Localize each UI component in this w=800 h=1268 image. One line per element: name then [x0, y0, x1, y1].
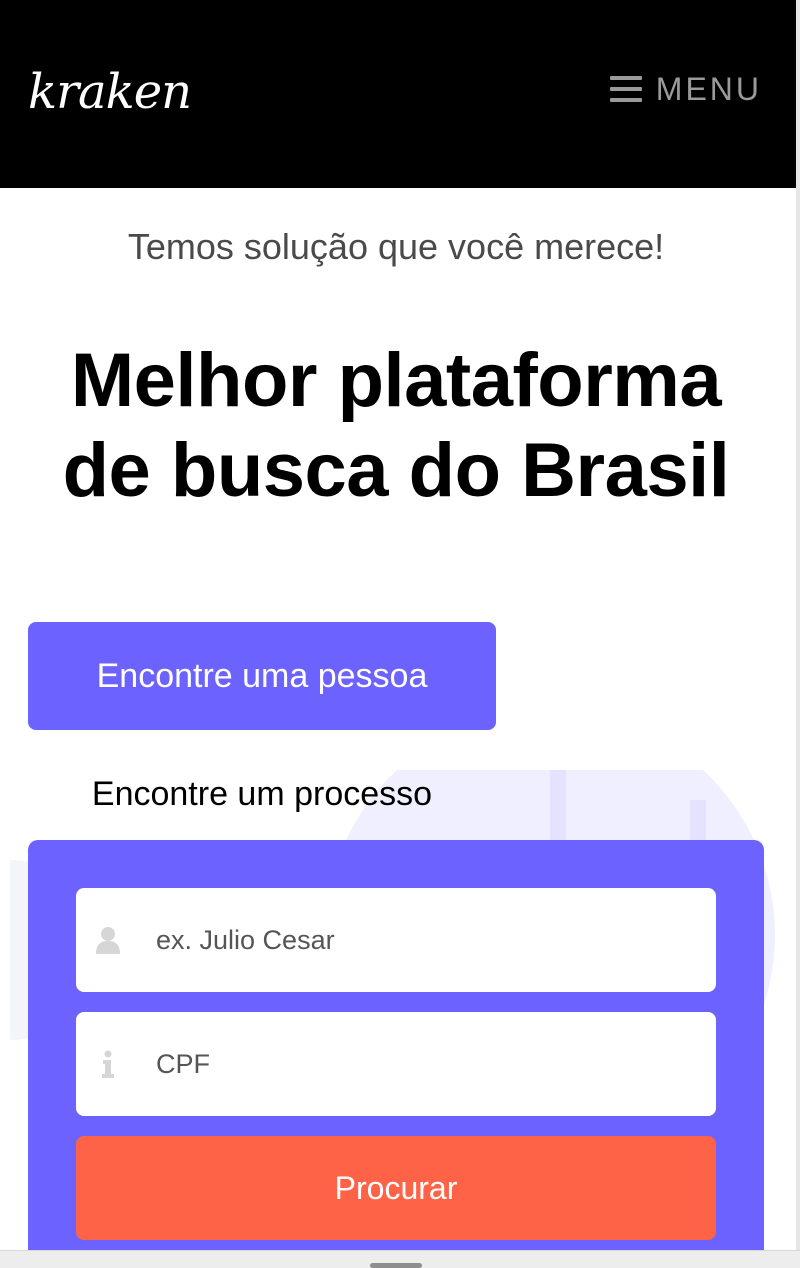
user-icon	[96, 925, 120, 955]
search-panel: Procurar	[28, 840, 764, 1268]
home-indicator[interactable]	[370, 1263, 422, 1268]
hamburger-icon	[609, 76, 642, 102]
tab-find-person[interactable]: Encontre uma pessoa	[28, 622, 496, 730]
scrollbar[interactable]	[796, 0, 800, 1268]
search-button[interactable]: Procurar	[76, 1136, 716, 1240]
tab-find-process[interactable]: Encontre um processo	[28, 744, 496, 844]
tagline: Temos solução que você merece!	[127, 226, 665, 267]
info-icon	[96, 1049, 120, 1079]
kraken-logo[interactable]: kraken	[28, 62, 192, 122]
page-headline: Melhor plataforma de busca do Brasil	[0, 336, 792, 516]
page: kraken MENU Temos solução que você merec…	[0, 0, 800, 1268]
menu-label: MENU	[655, 71, 762, 107]
headline-line-1: Melhor plataforma	[70, 338, 722, 423]
name-input[interactable]	[156, 924, 676, 956]
site-header: kraken MENU	[0, 0, 800, 188]
name-field[interactable]	[76, 888, 716, 992]
cpf-field[interactable]	[76, 1012, 716, 1116]
menu-button[interactable]: MENU	[609, 70, 762, 108]
headline-line-2: de busca do Brasil	[62, 428, 730, 513]
cpf-input[interactable]	[156, 1048, 676, 1080]
